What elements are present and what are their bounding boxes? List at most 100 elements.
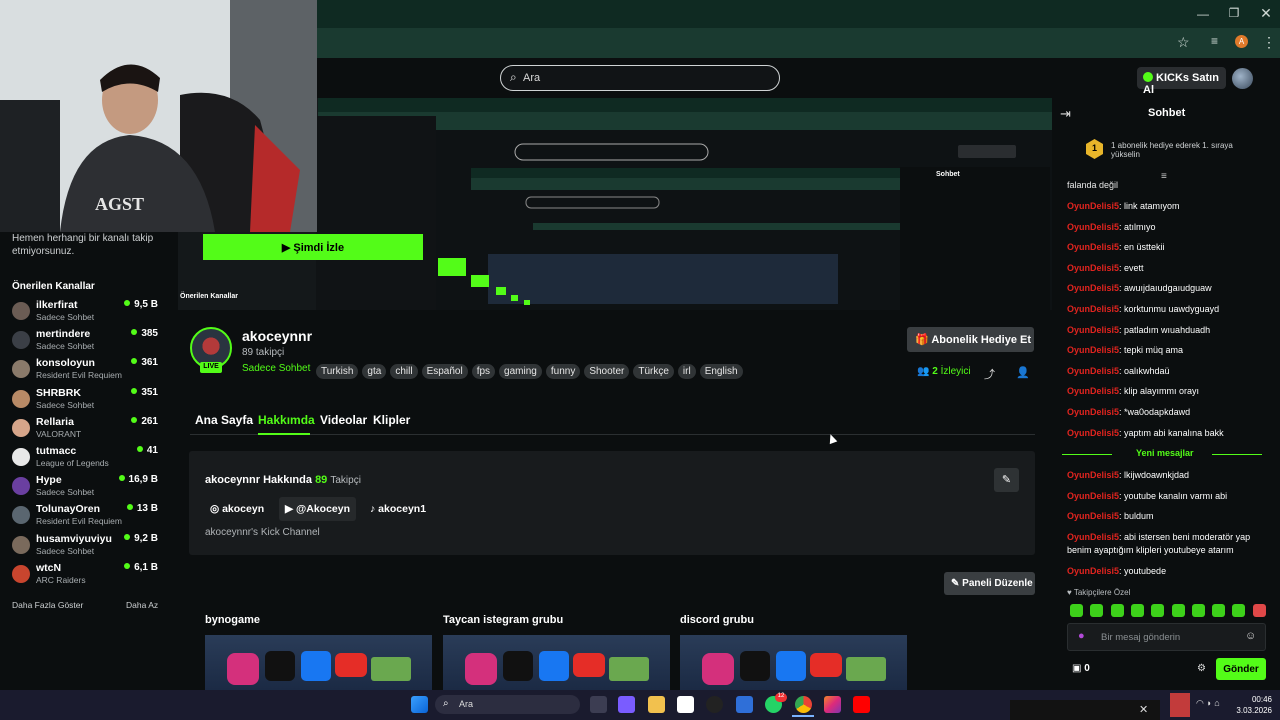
- sidebar-channel-item[interactable]: wtcN ARC Raiders 6,1 B: [12, 562, 162, 590]
- gear-icon[interactable]: ⚙: [1197, 663, 1206, 674]
- chat-username[interactable]: OyunDelisi5: [1067, 263, 1119, 273]
- channel-tag[interactable]: irl: [677, 364, 696, 379]
- app-icon[interactable]: [706, 696, 723, 713]
- chat-username[interactable]: OyunDelisi5: [1067, 242, 1119, 252]
- emote-icon[interactable]: [1151, 604, 1165, 617]
- instagram-link[interactable]: ◎ akoceyn: [204, 497, 270, 521]
- channel-tag[interactable]: fps: [471, 364, 496, 379]
- emote-icon[interactable]: [1070, 604, 1083, 617]
- search-input[interactable]: ⌕ Ara: [500, 65, 780, 91]
- send-button[interactable]: Gönder: [1216, 658, 1266, 680]
- sidebar-channel-item[interactable]: tutmacc League of Legends 41: [12, 445, 162, 473]
- minimize-icon[interactable]: —: [1187, 7, 1219, 21]
- emote-icon[interactable]: [1090, 604, 1104, 617]
- more-menu-icon[interactable]: ⋮: [1262, 34, 1276, 51]
- channel-tag[interactable]: Español: [421, 364, 468, 379]
- expand-leaderboard-icon[interactable]: ≡: [1161, 171, 1167, 182]
- system-tray-icons[interactable]: ◠ ◗ ⌂: [1196, 698, 1220, 709]
- sidebar-channel-item[interactable]: husamviyuviyu Sadece Sohbet 9,2 B: [12, 533, 162, 561]
- close-window-icon[interactable]: ✕: [1250, 5, 1280, 22]
- emote-icon[interactable]: [1171, 604, 1185, 617]
- panel-image[interactable]: [205, 635, 432, 690]
- chat-username[interactable]: OyunDelisi5: [1067, 511, 1119, 521]
- panel-image[interactable]: [680, 635, 907, 690]
- emote-icon[interactable]: [1212, 604, 1226, 617]
- profile-icon[interactable]: A: [1235, 35, 1248, 48]
- sidebar-channel-item[interactable]: Rellaria VALORANT 261: [12, 416, 162, 444]
- channel-category[interactable]: Sadece Sohbet: [242, 363, 310, 374]
- emote-icon[interactable]: [1110, 604, 1124, 617]
- chat-username[interactable]: OyunDelisi5: [1067, 532, 1119, 542]
- chat-message-input[interactable]: ● Bir mesaj gönderin ☺: [1067, 623, 1266, 651]
- file-explorer-icon[interactable]: [648, 696, 665, 713]
- emote-icon[interactable]: [1232, 604, 1246, 617]
- bookmark-star-icon[interactable]: ☆: [1177, 34, 1190, 51]
- chat-username[interactable]: OyunDelisi5: [1067, 491, 1119, 501]
- restore-icon[interactable]: ❐: [1218, 6, 1250, 20]
- windows-start-icon[interactable]: [411, 696, 428, 713]
- microphone-icon[interactable]: ●: [1078, 630, 1085, 642]
- channel-tag[interactable]: gaming: [499, 364, 542, 379]
- sidebar-channel-item[interactable]: mertindere Sadece Sohbet 385: [12, 328, 162, 356]
- channel-tag[interactable]: Shooter: [584, 364, 630, 379]
- close-icon[interactable]: ✕: [1139, 703, 1148, 716]
- show-less-link[interactable]: Daha Az: [126, 600, 158, 610]
- collapse-chat-icon[interactable]: ⇥: [1060, 106, 1071, 122]
- watch-now-button[interactable]: ▶ Şimdi İzle: [203, 234, 423, 260]
- channel-tag[interactable]: Turkish: [316, 364, 359, 379]
- youtube-link[interactable]: ▶ @Akoceyn: [279, 497, 357, 521]
- share-icon[interactable]: ⤴: [984, 366, 995, 382]
- tab-about[interactable]: Hakkımda: [258, 413, 315, 427]
- youtube-icon[interactable]: [853, 696, 870, 713]
- chat-username[interactable]: OyunDelisi5: [1067, 304, 1119, 314]
- chat-username[interactable]: OyunDelisi5: [1067, 470, 1119, 480]
- chat-username[interactable]: OyunDelisi5: [1067, 345, 1119, 355]
- show-more-link[interactable]: Daha Fazla Göster: [12, 600, 83, 610]
- store-icon[interactable]: [677, 696, 694, 713]
- follow-user-icon[interactable]: 👤: [1016, 366, 1030, 379]
- channel-tag[interactable]: gta: [362, 364, 387, 379]
- chrome-icon[interactable]: [795, 696, 812, 713]
- instagram-icon[interactable]: [824, 696, 841, 713]
- chat-username[interactable]: OyunDelisi5: [1067, 222, 1119, 232]
- taskbar-search[interactable]: ⌕ Ara: [435, 695, 580, 714]
- tab-clips[interactable]: Klipler: [373, 413, 410, 427]
- app-icon[interactable]: [618, 696, 635, 713]
- emote-icon[interactable]: [1252, 604, 1266, 617]
- chat-username[interactable]: OyunDelisi5: [1067, 428, 1119, 438]
- edit-about-button[interactable]: ✎: [994, 468, 1019, 492]
- taskbar-clock[interactable]: 00:46 3.03.2026: [1230, 694, 1272, 716]
- emote-icon[interactable]: [1191, 604, 1205, 617]
- channel-tag[interactable]: English: [699, 364, 743, 379]
- avatar[interactable]: [1232, 68, 1253, 89]
- sidebar-channel-item[interactable]: Hype Sadece Sohbet 16,9 B: [12, 474, 162, 502]
- emoji-icon[interactable]: ☺: [1245, 630, 1256, 642]
- sidebar-channel-item[interactable]: konsoloyun Resident Evil Requiem 361: [12, 357, 162, 385]
- tab-videos[interactable]: Videolar: [320, 413, 367, 427]
- emote-icon[interactable]: [1130, 604, 1144, 617]
- microphone-in-use-icon[interactable]: [1170, 693, 1190, 717]
- chat-username[interactable]: OyunDelisi5: [1067, 283, 1119, 293]
- media-control-icon[interactable]: ≡: [1211, 34, 1218, 48]
- kicks-balance[interactable]: ▣ 0: [1072, 663, 1090, 674]
- tiktok-link[interactable]: ♪ akoceyn1: [364, 497, 432, 521]
- chat-username[interactable]: OyunDelisi5: [1067, 366, 1119, 376]
- chat-username[interactable]: OyunDelisi5: [1067, 566, 1119, 576]
- chat-username[interactable]: OyunDelisi5: [1067, 325, 1119, 335]
- sidebar-channel-item[interactable]: ilkerfirat Sadece Sohbet 9,5 B: [12, 299, 162, 327]
- channel-tag[interactable]: chill: [390, 364, 418, 379]
- gift-subscription-button[interactable]: 🎁 Abonelik Hediye Et: [907, 327, 1034, 352]
- viewer-count[interactable]: 👥 2 İzleyici: [917, 366, 971, 377]
- panel-image[interactable]: [443, 635, 670, 690]
- sidebar-channel-item[interactable]: TolunayOren Resident Evil Requiem 13 B: [12, 503, 162, 531]
- chat-username[interactable]: OyunDelisi5: [1067, 407, 1119, 417]
- chat-username[interactable]: OyunDelisi5: [1067, 201, 1119, 211]
- edit-panels-button[interactable]: ✎ Paneli Düzenle: [944, 572, 1035, 595]
- app-icon[interactable]: [736, 696, 753, 713]
- sidebar-channel-item[interactable]: SHRBRK Sadece Sohbet 351: [12, 387, 162, 415]
- buy-kicks-button[interactable]: KICKs Satın Al: [1137, 67, 1226, 96]
- task-view-icon[interactable]: [590, 696, 607, 713]
- tab-home[interactable]: Ana Sayfa: [195, 413, 253, 427]
- channel-tag[interactable]: Türkçe: [633, 364, 674, 379]
- chat-username[interactable]: OyunDelisi5: [1067, 386, 1119, 396]
